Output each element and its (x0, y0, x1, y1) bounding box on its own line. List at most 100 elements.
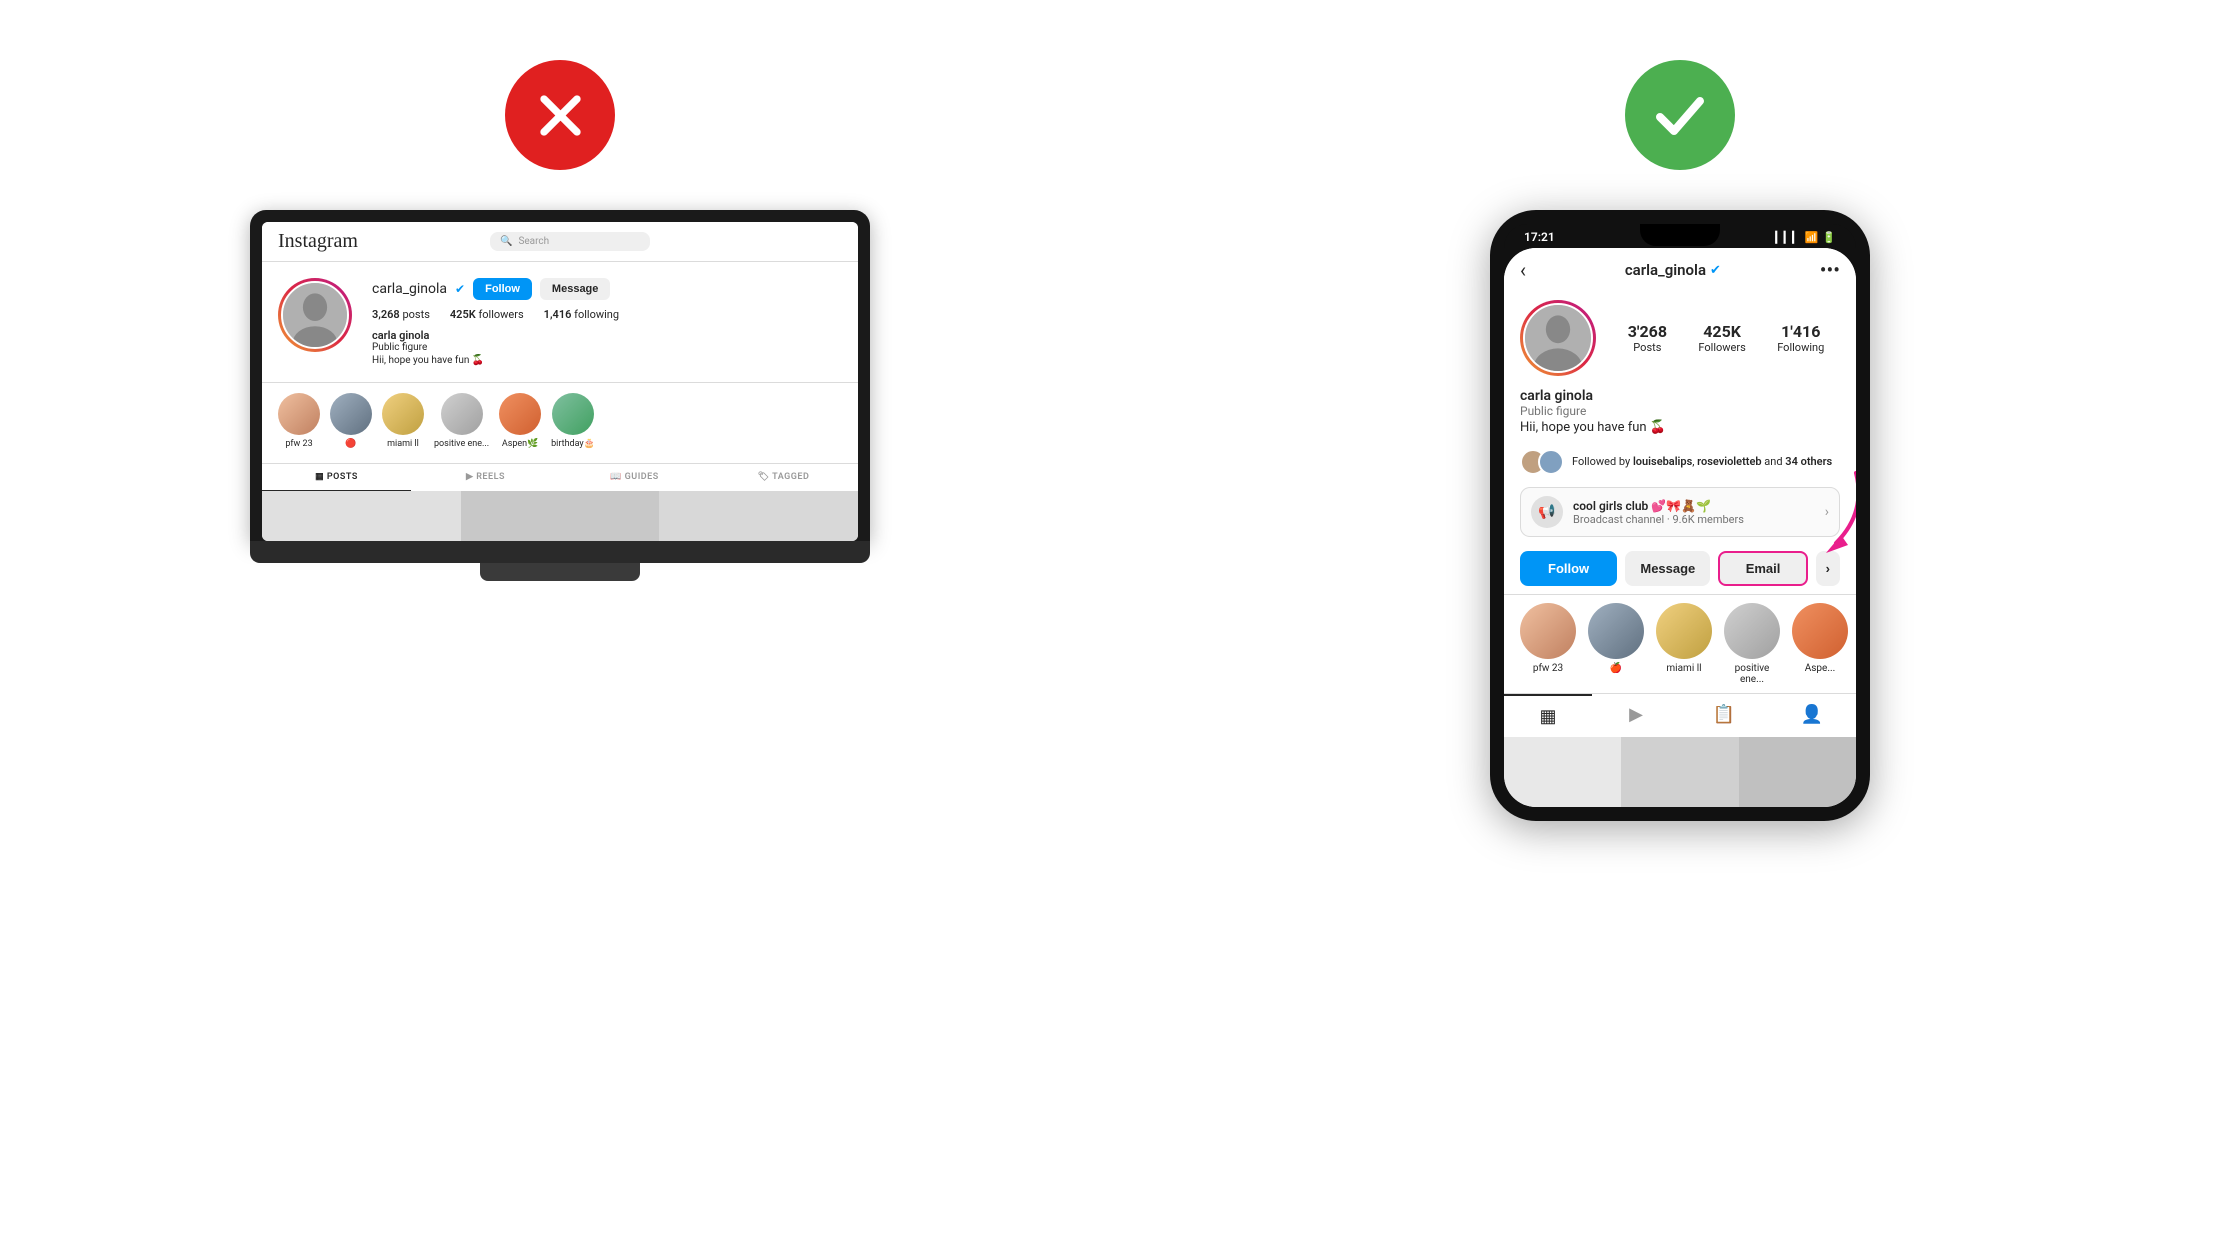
wrong-badge (505, 60, 615, 170)
mobile-highlight-circle-2 (1588, 603, 1644, 659)
desktop-message-button[interactable]: Message (540, 278, 610, 300)
mobile-stats: 3'268 Posts 425K Followers 1'416 Followi… (1612, 322, 1840, 354)
laptop-base (250, 541, 870, 563)
desktop-highlight-4[interactable]: positive ene... (434, 393, 489, 449)
laptop-body: Instagram 🔍 Search (250, 210, 870, 541)
desktop-tabs: ▦ POSTS ▶ REELS 📖 GUIDES 🏷 TAGGED (262, 463, 858, 491)
mobile-grid-item-2 (1621, 737, 1738, 807)
desktop-category: Public figure (372, 342, 842, 353)
desktop-follow-button[interactable]: Follow (473, 278, 532, 300)
phone-notch (1640, 224, 1720, 246)
ig-mobile-channel[interactable]: 📢 cool girls club 💕🎀🧸🌱 Broadcast channel… (1520, 487, 1840, 537)
mobile-posts-stat: 3'268 Posts (1628, 322, 1667, 354)
search-bar[interactable]: 🔍 Search (490, 232, 650, 251)
mobile-highlight-label-3: miami ll (1666, 663, 1701, 674)
tab-tagged[interactable]: 🏷 TAGGED (709, 464, 858, 491)
grid-item-2 (461, 491, 660, 541)
desktop-bio: Hii, hope you have fun 🍒 (372, 355, 842, 366)
mobile-posts-value: 3'268 (1628, 322, 1667, 341)
mobile-highlight-2[interactable]: 🍎 (1588, 603, 1644, 685)
ig-mobile-ui: ‹ carla_ginola ✔ ••• (1504, 248, 1856, 807)
left-side: Instagram 🔍 Search (80, 60, 1040, 581)
mobile-grid-item-1 (1504, 737, 1621, 807)
tab-guides[interactable]: 📖 GUIDES (560, 464, 709, 491)
laptop-stand (480, 563, 640, 581)
mobile-verified-icon: ✔ (1710, 263, 1721, 278)
highlight-circle-5 (499, 393, 541, 435)
highlight-circle-6 (552, 393, 594, 435)
mobile-more-button[interactable]: › (1816, 551, 1840, 586)
channel-sub: Broadcast channel · 9.6K members (1573, 513, 1815, 526)
mobile-highlight-circle-1 (1520, 603, 1576, 659)
mobile-highlight-5[interactable]: Aspe... (1792, 603, 1848, 685)
mobile-tab-tagged[interactable]: 👤 (1768, 694, 1856, 737)
mobile-tab-grid[interactable]: ▦ (1504, 694, 1592, 737)
desktop-highlights: pfw 23 🔴 miami ll (262, 382, 858, 459)
channel-arrow-icon: › (1825, 504, 1829, 520)
desktop-highlight-2[interactable]: 🔴 (330, 393, 372, 449)
correct-badge (1625, 60, 1735, 170)
desktop-username: carla_ginola (372, 281, 447, 297)
phone-screen: ‹ carla_ginola ✔ ••• (1504, 248, 1856, 807)
mobile-highlight-circle-4 (1724, 603, 1780, 659)
mobile-following-value: 1'416 (1781, 322, 1820, 341)
right-side: 17:21 ▎▎▎ 📶 🔋 ‹ carla_ginola ✔ (1200, 60, 2160, 821)
ig-desktop-profile-info: carla_ginola ✔ Follow Message 3,268 post… (372, 278, 842, 366)
mobile-follow-button[interactable]: Follow (1520, 551, 1617, 586)
mobile-tab-guides[interactable]: 📋 (1680, 694, 1768, 737)
ig-mobile-tabs: ▦ ▶ 📋 👤 (1504, 693, 1856, 737)
actions-container: Follow Message Email › (1504, 543, 1856, 594)
mobile-name: carla ginola (1520, 388, 1840, 404)
mobile-following-label: Following (1777, 341, 1824, 354)
mobile-highlight-1[interactable]: pfw 23 (1520, 603, 1576, 685)
mobile-followers-label: Followers (1698, 341, 1745, 354)
highlight-circle-2 (330, 393, 372, 435)
tab-posts[interactable]: ▦ POSTS (262, 464, 411, 491)
mobile-highlight-3[interactable]: miami ll (1656, 603, 1712, 685)
x-icon (533, 88, 588, 143)
channel-name: cool girls club 💕🎀🧸🌱 (1573, 499, 1815, 513)
ig-mobile-followed-by: Followed by louisebalips, rosevioletteb … (1504, 443, 1856, 481)
mobile-highlight-label-2: 🍎 (1610, 663, 1622, 674)
desktop-highlight-5[interactable]: Aspen🌿 (499, 393, 541, 449)
mobile-followers-value: 425K (1703, 322, 1741, 341)
desktop-verified-icon: ✔ (455, 282, 465, 296)
tab-reels[interactable]: ▶ REELS (411, 464, 560, 491)
desktop-following-stat: 1,416 following (544, 308, 619, 321)
phone-time: 17:21 (1524, 230, 1555, 244)
desktop-highlight-3[interactable]: miami ll (382, 393, 424, 449)
follower-avatars (1520, 449, 1564, 475)
mobile-bio: Hii, hope you have fun 🍒 (1520, 420, 1840, 435)
mobile-email-button[interactable]: Email (1718, 551, 1807, 586)
mobile-highlight-circle-5 (1792, 603, 1848, 659)
mobile-highlight-4[interactable]: positive ene... (1724, 603, 1780, 685)
mobile-highlight-label-4: positive ene... (1724, 663, 1780, 685)
mobile-message-button[interactable]: Message (1625, 551, 1710, 586)
desktop-followers-stat: 425K followers (450, 308, 524, 321)
grid-item-1 (262, 491, 461, 541)
mobile-highlight-label-1: pfw 23 (1533, 663, 1563, 674)
mobile-category: Public figure (1520, 404, 1840, 418)
battery-icon: 🔋 (1822, 231, 1836, 244)
desktop-highlight-6[interactable]: birthday🎂 (551, 393, 595, 449)
more-options-button[interactable]: ••• (1820, 258, 1840, 282)
main-container: Instagram 🔍 Search (0, 0, 2240, 1260)
desktop-highlight-1[interactable]: pfw 23 (278, 393, 320, 449)
mobile-tab-reels[interactable]: ▶ (1592, 694, 1680, 737)
highlight-circle-4 (441, 393, 483, 435)
laptop-screen: Instagram 🔍 Search (262, 222, 858, 541)
back-button[interactable]: ‹ (1520, 258, 1526, 282)
ig-mobile-actions: Follow Message Email › (1504, 543, 1856, 594)
channel-icon: 📢 (1531, 496, 1563, 528)
mobile-highlight-label-5: Aspe... (1805, 663, 1836, 674)
ig-mobile-header: ‹ carla_ginola ✔ ••• (1504, 248, 1856, 292)
ig-desktop-header: Instagram 🔍 Search (262, 222, 858, 262)
signal-icon: ▎▎▎ (1775, 231, 1800, 244)
ig-mobile-bio: carla ginola Public figure Hii, hope you… (1504, 388, 1856, 443)
desktop-grid-preview (262, 491, 858, 541)
highlight-label-2: 🔴 (345, 439, 356, 449)
mobile-grid-item-3 (1739, 737, 1856, 807)
desktop-avatar-inner (281, 281, 349, 349)
highlight-circle-3 (382, 393, 424, 435)
ig-desktop-ui: Instagram 🔍 Search (262, 222, 858, 541)
